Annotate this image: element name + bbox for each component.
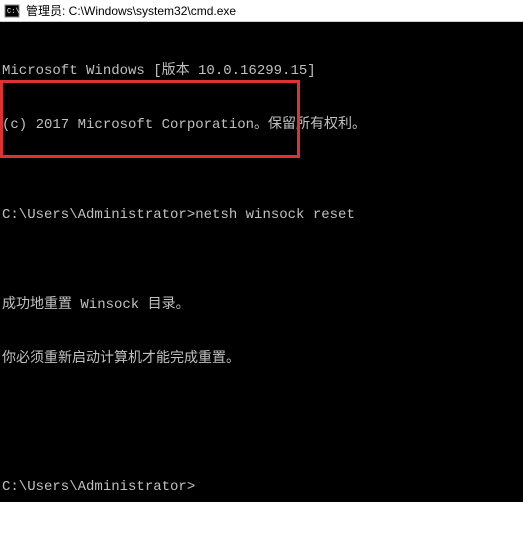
titlebar[interactable]: C:\ 管理员: C:\Windows\system32\cmd.exe bbox=[0, 0, 523, 22]
terminal-area[interactable]: Microsoft Windows [版本 10.0.16299.15] (c)… bbox=[0, 22, 523, 502]
svg-text:C:\: C:\ bbox=[7, 8, 20, 16]
cursor bbox=[195, 476, 203, 490]
cmd-icon: C:\ bbox=[4, 3, 20, 19]
cmd-window: C:\ 管理员: C:\Windows\system32\cmd.exe Mic… bbox=[0, 0, 523, 502]
output-line: Microsoft Windows [版本 10.0.16299.15] bbox=[2, 62, 521, 80]
prompt-path: C:\Users\Administrator> bbox=[2, 207, 195, 223]
prompt-line: C:\Users\Administrator>netsh winsock res… bbox=[2, 206, 521, 224]
window-title: 管理员: C:\Windows\system32\cmd.exe bbox=[26, 2, 236, 19]
prompt-line: C:\Users\Administrator> bbox=[2, 476, 521, 496]
prompt-path: C:\Users\Administrator> bbox=[2, 479, 195, 495]
output-line: (c) 2017 Microsoft Corporation。保留所有权利。 bbox=[2, 116, 521, 134]
output-line: 你必须重新启动计算机才能完成重置。 bbox=[2, 350, 521, 368]
output-line: 成功地重置 Winsock 目录。 bbox=[2, 296, 521, 314]
command-input: netsh winsock reset bbox=[195, 207, 355, 223]
